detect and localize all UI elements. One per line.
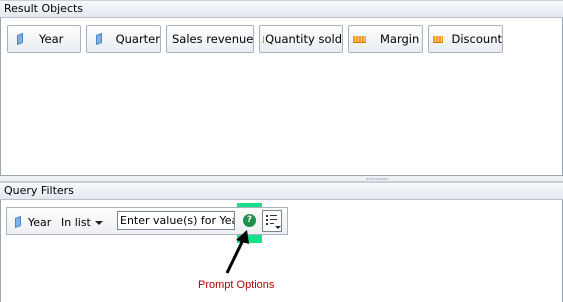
query-filters-title: Query Filters	[4, 184, 74, 197]
result-object-label: Discount	[451, 32, 503, 46]
operator-dropdown-icon[interactable]	[95, 221, 103, 225]
dimension-icon	[17, 32, 23, 46]
result-objects-header: Result Objects	[0, 0, 563, 18]
callout-arrow-icon	[225, 230, 249, 274]
dimension-icon	[15, 215, 21, 229]
result-objects-title: Result Objects	[4, 2, 84, 15]
dimension-icon	[96, 32, 102, 46]
measure-icon	[433, 35, 443, 43]
result-object-label: Margin	[380, 32, 420, 46]
result-object-quantity-sold[interactable]: Quantity sold	[259, 25, 343, 53]
result-object-sales-revenue[interactable]: Sales revenue	[166, 25, 254, 53]
filter-object-label: Year	[28, 216, 52, 229]
result-object-margin[interactable]: Margin	[348, 25, 423, 53]
result-object-label: Quantity sold	[265, 32, 342, 46]
result-object-year[interactable]: Year	[7, 25, 81, 53]
result-object-label: Quarter	[115, 32, 160, 46]
result-object-discount[interactable]: Discount	[428, 25, 503, 53]
filter-operator[interactable]: In list	[61, 216, 91, 229]
chevron-down-icon	[275, 226, 281, 229]
prompt-text-field[interactable]: Enter value(s) for Year:	[117, 211, 235, 230]
query-filters-header: Query Filters	[0, 182, 563, 200]
splitter-grip-icon	[366, 178, 388, 180]
prompt-options-callout: Prompt Options	[198, 279, 275, 291]
result-object-label: Year	[39, 32, 64, 46]
result-object-quarter[interactable]: Quarter	[86, 25, 161, 53]
measure-icon	[353, 35, 366, 43]
prompt-options-icon: ?	[243, 214, 256, 227]
result-object-label: Sales revenue	[172, 32, 254, 46]
prompt-options-button[interactable]: ?	[241, 212, 258, 229]
value-list-button[interactable]	[262, 210, 282, 232]
measure-icon	[263, 35, 265, 43]
